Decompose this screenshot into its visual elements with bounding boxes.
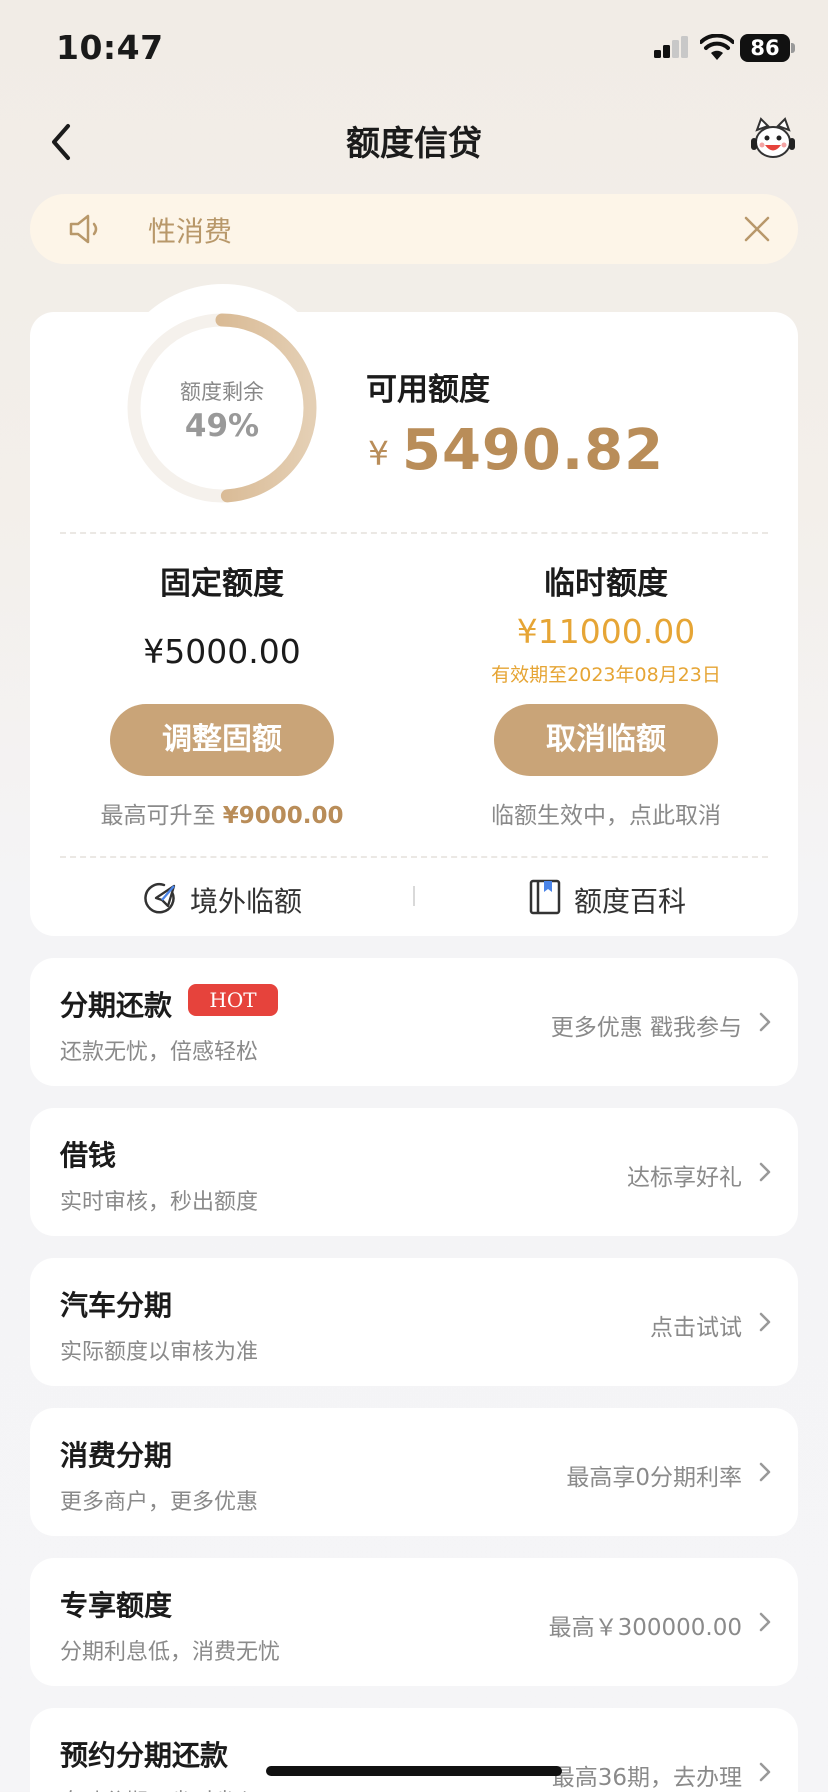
service-consumer-installment[interactable]: 消费分期 更多商户，更多优惠 最高享0分期利率 xyxy=(30,1408,798,1536)
credit-encyclopedia-link[interactable]: 额度百科 xyxy=(526,876,726,920)
ring-percent: 49% xyxy=(184,408,260,444)
overseas-temporary-credit-link[interactable]: 境外临额 xyxy=(142,876,342,920)
plane-globe-icon xyxy=(144,883,176,914)
chevron-right-icon xyxy=(759,1012,771,1032)
service-subtitle: 实际额度以审核为准 xyxy=(60,1340,259,1365)
service-scheduled-installment[interactable]: 预约分期还款 自动分期，省时省心 最高36期，去办理 xyxy=(30,1708,798,1792)
service-borrow-money[interactable]: 借钱 实时审核，秒出额度 达标享好礼 xyxy=(30,1108,798,1236)
cellular-signal-icon xyxy=(654,36,688,58)
service-subtitle: 更多商户，更多优惠 xyxy=(60,1490,259,1515)
divider xyxy=(60,856,768,858)
hot-badge: HOT xyxy=(188,984,278,1016)
service-promo: 点击试试 xyxy=(650,1315,742,1341)
chevron-right-icon xyxy=(759,1162,771,1182)
fixed-credit-column: 固定额度 xyxy=(72,558,372,603)
book-icon xyxy=(529,879,561,915)
service-title: 汽车分期 xyxy=(60,1289,173,1322)
service-promo: 最高￥300000.00 xyxy=(548,1615,742,1641)
battery-level: 86 xyxy=(740,34,790,62)
overseas-temporary-credit-label: 境外临额 xyxy=(190,885,303,918)
service-subtitle: 自动分期，省时省心 xyxy=(60,1784,258,1792)
service-promo: 最高36期，去办理 xyxy=(551,1765,742,1791)
credit-encyclopedia-label: 额度百科 xyxy=(574,885,687,918)
service-subtitle: 还款无忧，倍感轻松 xyxy=(60,1040,259,1065)
service-car-installment[interactable]: 汽车分期 实际额度以审核为准 点击试试 xyxy=(30,1258,798,1386)
fixed-credit-note: 最高可升至 ¥9000.00 xyxy=(42,796,402,830)
available-credit-label: 可用额度 xyxy=(366,372,490,408)
page-title: 额度信贷 xyxy=(346,124,482,164)
chevron-right-icon xyxy=(759,1462,771,1482)
notice-text: ⁠性消费 xyxy=(148,215,233,248)
cancel-temporary-credit-button[interactable]: 取消临额 xyxy=(494,704,718,776)
service-installment-repayment[interactable]: 分期还款 HOT 还款无忧，倍感轻松 更多优惠 戳我参与 xyxy=(30,958,798,1086)
notice-bar[interactable]: ⁠性消费 xyxy=(30,194,798,264)
battery-cap xyxy=(791,43,795,53)
status-bar: 10:47 86 xyxy=(0,0,828,100)
chevron-right-icon xyxy=(759,1762,771,1782)
wifi-icon xyxy=(700,34,734,60)
temporary-credit-expiry: 有效期至2023年08月23日 xyxy=(491,664,721,686)
temporary-credit-column: 临时额度 xyxy=(456,558,756,603)
divider xyxy=(60,532,768,534)
status-time: 10:47 xyxy=(56,28,164,67)
temporary-credit-amount: ¥11000.00 xyxy=(516,612,696,651)
service-subtitle: 实时审核，秒出额度 xyxy=(60,1190,259,1215)
chevron-right-icon xyxy=(759,1312,771,1332)
chevron-right-icon xyxy=(759,1612,771,1632)
speaker-icon xyxy=(69,214,98,244)
service-title: 借钱 xyxy=(60,1139,117,1172)
service-title: 预约分期还款 xyxy=(60,1739,229,1772)
service-title: 消费分期 xyxy=(60,1439,173,1472)
fixed-credit-amount: ¥5000.00 xyxy=(143,632,301,671)
adjust-fixed-credit-button[interactable]: 调整固额 xyxy=(110,704,334,776)
home-indicator[interactable] xyxy=(266,1766,562,1776)
currency-symbol: ¥ xyxy=(368,434,389,473)
temporary-credit-title: 临时额度 xyxy=(544,566,668,602)
fixed-credit-note-prefix: 最高可升至 xyxy=(100,803,216,829)
fixed-credit-max: ¥9000.00 xyxy=(222,803,344,829)
service-subtitle: 分期利息低，消费无忧 xyxy=(60,1640,281,1665)
fixed-credit-title: 固定额度 xyxy=(160,566,284,602)
nav-bar: 额度信贷 xyxy=(0,100,828,180)
ring-label: 额度剩余 xyxy=(180,380,264,404)
service-title: 专享额度 xyxy=(60,1589,173,1622)
service-promo: 达标享好礼 xyxy=(627,1165,742,1191)
service-promo: 最高享0分期利率 xyxy=(566,1465,742,1491)
service-exclusive-credit[interactable]: 专享额度 分期利息低，消费无忧 最高￥300000.00 xyxy=(30,1558,798,1686)
mascot-avatar-icon[interactable] xyxy=(748,116,798,166)
service-promo: 更多优惠 戳我参与 xyxy=(550,1015,742,1041)
temporary-credit-note[interactable]: 临额生效中，点此取消 xyxy=(426,796,786,830)
service-title: 分期还款 xyxy=(60,989,173,1022)
close-icon[interactable] xyxy=(742,214,772,244)
shortcut-separator xyxy=(413,886,415,906)
battery-icon: 86 xyxy=(740,34,796,62)
available-credit-amount: 5490.82 xyxy=(402,418,665,483)
